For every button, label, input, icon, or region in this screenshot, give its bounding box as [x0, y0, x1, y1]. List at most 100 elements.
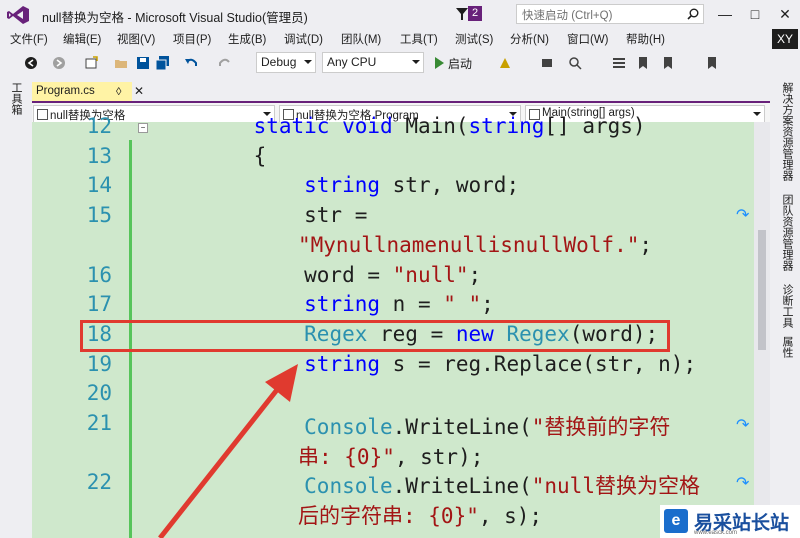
code-token: "替换前的字符: [531, 415, 671, 439]
redo-icon[interactable]: [218, 56, 232, 70]
menu-edit[interactable]: 编辑(E): [63, 31, 101, 47]
toolbox-tab[interactable]: 工具箱: [8, 82, 24, 115]
line-number: 13: [86, 144, 112, 168]
quick-launch-placeholder: 快速启动 (Ctrl+Q): [522, 10, 613, 22]
code-token: string: [304, 352, 381, 376]
menu-build[interactable]: 生成(B): [228, 31, 266, 47]
bookmark-icon[interactable]: [636, 56, 650, 70]
code-token: .WriteLine(: [392, 474, 532, 498]
start-play-icon[interactable]: [432, 56, 446, 70]
save-all-icon[interactable]: [156, 56, 170, 70]
next-bookmark-icon[interactable]: [704, 56, 718, 70]
forward-icon[interactable]: [52, 56, 66, 70]
menu-project[interactable]: 项目(P): [173, 31, 211, 47]
code-line[interactable]: str =: [203, 203, 367, 227]
browser-link-icon[interactable]: [498, 56, 512, 70]
menu-view[interactable]: 视图(V): [117, 31, 155, 47]
team-explorer-tab[interactable]: 团队资源管理器: [779, 194, 795, 271]
start-debugging-button[interactable]: 启动: [448, 55, 472, 72]
code-token: static: [253, 114, 330, 138]
menu-window[interactable]: 窗口(W): [567, 31, 609, 47]
feedback-filter-icon[interactable]: [455, 7, 469, 21]
code-token: s = reg.Replace(str, n);: [380, 352, 697, 376]
code-token: 后的字符串: {0}": [298, 504, 479, 528]
close-tab-icon[interactable]: ✕: [134, 84, 144, 98]
line-number: 16: [86, 263, 112, 287]
code-token: " ": [443, 292, 482, 316]
prev-bookmark-icon[interactable]: [660, 56, 674, 70]
code-token: string: [304, 173, 381, 197]
comment-icon[interactable]: [612, 56, 626, 70]
code-token: {: [203, 144, 267, 168]
tab-label: Program.cs: [36, 85, 95, 97]
code-token: , s);: [478, 504, 543, 528]
collapse-icon[interactable]: −: [138, 123, 148, 133]
line-number: 21: [86, 411, 112, 435]
minimize-button[interactable]: —: [710, 3, 740, 25]
menu-help[interactable]: 帮助(H): [626, 31, 665, 47]
line-number: 14: [86, 173, 112, 197]
open-folder-icon[interactable]: [114, 56, 128, 70]
code-token: Console: [304, 415, 393, 439]
menu-analyze[interactable]: 分析(N): [510, 31, 549, 47]
code-token: [] args): [544, 114, 646, 138]
quick-launch-input[interactable]: 快速启动 (Ctrl+Q): [516, 4, 704, 24]
code-line[interactable]: string str, word;: [203, 173, 519, 197]
annotation-arrow-icon: [158, 364, 298, 538]
menu-file[interactable]: 文件(F): [10, 31, 48, 47]
diagnostic-tools-tab[interactable]: 诊断工具: [779, 284, 795, 328]
code-line[interactable]: 后的字符串: {0}", s);: [298, 500, 542, 530]
new-project-icon[interactable]: [84, 56, 98, 70]
code-token: n =: [380, 292, 444, 316]
menu-test[interactable]: 测试(S): [455, 31, 493, 47]
right-tool-panel: 解决方案资源管理器 团队资源管理器 诊断工具 属性: [770, 78, 800, 538]
user-avatar[interactable]: XY: [772, 29, 798, 49]
code-token: 串: {0}": [298, 445, 395, 469]
word-wrap-icon: ↷: [736, 415, 750, 434]
close-button[interactable]: ✕: [770, 3, 800, 25]
save-icon[interactable]: [136, 56, 150, 70]
code-line[interactable]: static void Main(string[] args): [203, 114, 646, 138]
pin-icon[interactable]: ◊: [116, 86, 121, 98]
maximize-button[interactable]: □: [740, 3, 770, 25]
watermark-url: www.easck.com: [694, 530, 738, 536]
line-number: 17: [86, 292, 112, 316]
back-icon[interactable]: [24, 56, 38, 70]
scrollbar-thumb[interactable]: [758, 230, 766, 350]
code-token: word =: [203, 263, 393, 287]
properties-tab[interactable]: 属性: [779, 336, 795, 358]
search-icon: [687, 8, 699, 20]
code-token: string: [468, 114, 545, 138]
menu-team[interactable]: 团队(M): [341, 31, 381, 47]
solution-explorer-tab[interactable]: 解决方案资源管理器: [779, 82, 795, 181]
platform-value: Any CPU: [327, 55, 377, 69]
configuration-select[interactable]: Debug: [256, 52, 316, 73]
notification-badge[interactable]: 2: [468, 6, 482, 21]
code-line[interactable]: {: [203, 144, 267, 168]
code-token: "MynullnamenullisnullWolf.": [298, 233, 640, 257]
code-token: ;: [468, 263, 482, 287]
code-line[interactable]: "MynullnamenullisnullWolf.";: [298, 233, 652, 257]
code-token: "null": [392, 263, 469, 287]
step-icon[interactable]: [540, 56, 554, 70]
configuration-value: Debug: [261, 55, 297, 69]
code-token: void: [342, 114, 393, 138]
menu-tools[interactable]: 工具(T): [400, 31, 438, 47]
platform-select[interactable]: Any CPU: [322, 52, 424, 73]
find-icon[interactable]: [568, 56, 582, 70]
left-tool-panel: 工具箱: [0, 78, 28, 538]
code-line[interactable]: string n = " ";: [203, 292, 494, 316]
menu-debug[interactable]: 调试(D): [284, 31, 323, 47]
project-icon: [37, 109, 48, 120]
line-number: 12: [86, 114, 112, 138]
code-line[interactable]: word = "null";: [203, 263, 481, 287]
code-line[interactable]: 串: {0}", str);: [298, 441, 483, 471]
line-number: 22: [86, 470, 112, 494]
code-token: Console: [304, 474, 393, 498]
undo-icon[interactable]: [184, 56, 198, 70]
tab-program-cs[interactable]: Program.cs ◊ ✕: [32, 82, 144, 101]
